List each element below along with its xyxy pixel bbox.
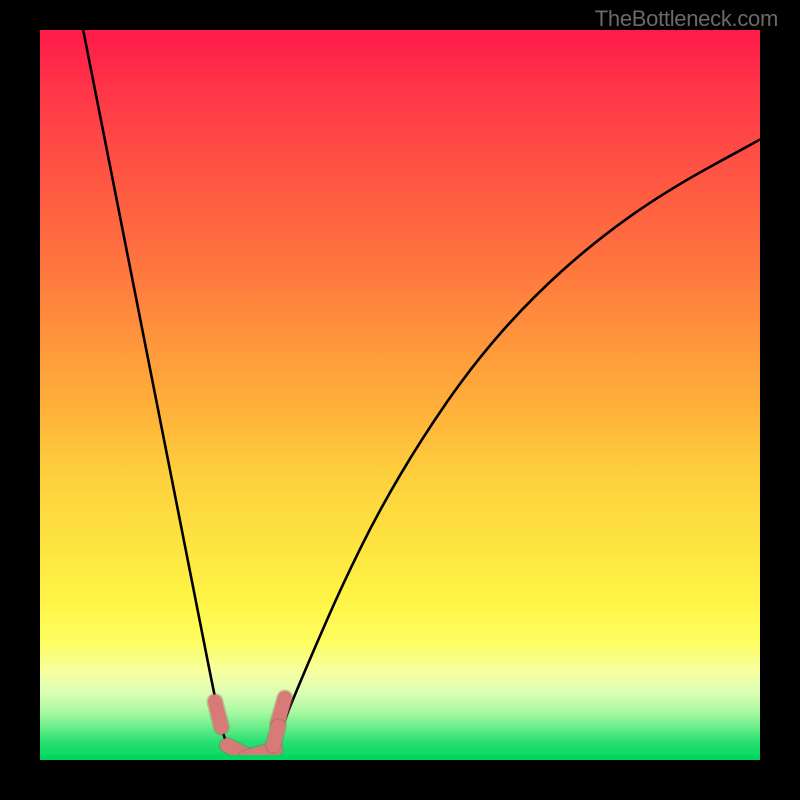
- plot-area: [40, 30, 760, 760]
- watermark-text: TheBottleneck.com: [595, 6, 778, 32]
- chart-container: TheBottleneck.com: [0, 0, 800, 800]
- optimal-baseline: [40, 755, 760, 760]
- marker-left-short: [215, 702, 221, 728]
- bottleneck-curve: [83, 30, 760, 760]
- curve-layer: [40, 30, 760, 760]
- data-markers: [215, 698, 285, 758]
- marker-right-lower: [273, 726, 278, 745]
